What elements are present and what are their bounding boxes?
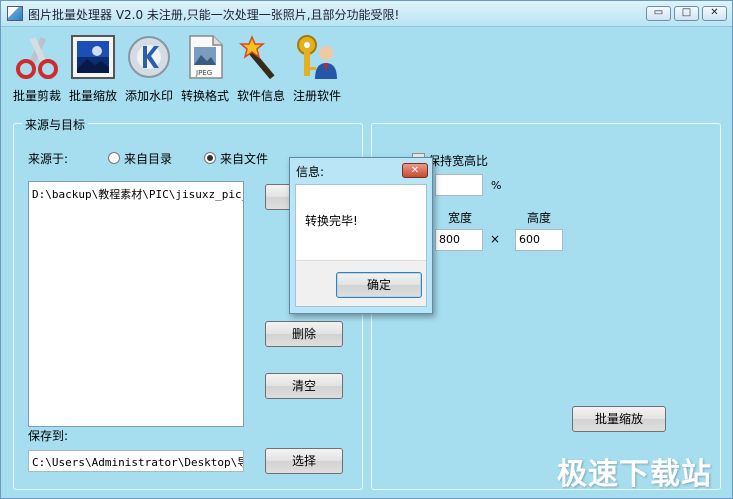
radio-from-directory[interactable] — [108, 152, 120, 164]
tool-label: 批量缩放 — [69, 89, 118, 103]
title-bar: 图片批量处理器 V2.0 未注册,只能一次处理一张照片,且部分功能受限! ▭ □… — [1, 1, 732, 27]
close-button[interactable]: ✕ — [702, 6, 727, 21]
minimize-button[interactable]: ▭ — [646, 6, 671, 21]
batch-scale-button[interactable]: 批量缩放 — [572, 406, 666, 432]
svg-text:JPEG: JPEG — [195, 69, 212, 77]
watermark-k-icon — [125, 33, 173, 81]
tool-batch-crop[interactable]: 批量剪裁 — [13, 33, 61, 104]
dialog-message: 转换完毕! — [305, 214, 358, 228]
times-sign: × — [490, 232, 501, 246]
choose-button[interactable]: 选择 — [265, 448, 343, 474]
group-title: 来源与目标 — [22, 116, 89, 133]
save-path-field[interactable]: C:\Users\Administrator\Desktop\导出 — [28, 450, 244, 472]
image-scale-icon — [69, 33, 117, 81]
tool-software-info[interactable]: 软件信息 — [237, 33, 285, 104]
jpeg-file-icon: JPEG — [181, 33, 229, 81]
clear-button[interactable]: 清空 — [265, 373, 343, 399]
info-dialog: 信息: ✕ 转换完毕! 确定 — [289, 157, 433, 314]
width-input[interactable]: 800 — [435, 229, 483, 251]
tool-label: 注册软件 — [293, 89, 342, 103]
width-label: 宽度 — [448, 211, 473, 225]
tool-register[interactable]: 注册软件 — [293, 33, 341, 104]
main-window: 图片批量处理器 V2.0 未注册,只能一次处理一张照片,且部分功能受限! ▭ □… — [0, 0, 733, 499]
percent-input[interactable] — [435, 174, 483, 196]
keep-ratio-label[interactable]: 保持宽高比 — [428, 152, 488, 169]
file-list[interactable]: D:\backup\教程素材\PIC\jisuxz_pic_4 — [28, 181, 244, 427]
tool-label: 添加水印 — [125, 89, 174, 103]
source-label: 来源于: — [28, 152, 69, 166]
magic-wand-icon — [237, 33, 285, 81]
radio-from-file[interactable] — [204, 152, 216, 164]
delete-button[interactable]: 删除 — [265, 321, 343, 347]
app-icon — [7, 6, 23, 21]
tool-label: 批量剪裁 — [13, 89, 62, 103]
height-label: 高度 — [527, 211, 552, 225]
radio-from-directory-label[interactable]: 来自目录 — [124, 150, 172, 167]
window-title: 图片批量处理器 V2.0 未注册,只能一次处理一张照片,且部分功能受限! — [28, 8, 400, 22]
percent-unit: % — [491, 179, 502, 192]
height-input[interactable]: 600 — [515, 229, 563, 251]
dialog-close-button[interactable]: ✕ — [402, 163, 428, 178]
ok-button[interactable]: 确定 — [336, 272, 422, 298]
tool-add-watermark[interactable]: 添加水印 — [125, 33, 173, 104]
scissors-icon — [13, 33, 61, 81]
dialog-title: 信息: — [296, 165, 325, 179]
tool-label: 软件信息 — [237, 89, 286, 103]
dialog-body: 转换完毕! 确定 — [295, 184, 427, 307]
maximize-button[interactable]: □ — [674, 6, 699, 21]
save-to-label: 保存到: — [28, 429, 69, 443]
list-item[interactable]: D:\backup\教程素材\PIC\jisuxz_pic_4 — [32, 186, 243, 202]
tool-convert-format[interactable]: JPEG 转换格式 — [181, 33, 229, 104]
tool-label: 转换格式 — [181, 89, 230, 103]
tool-batch-scale[interactable]: 批量缩放 — [69, 33, 117, 104]
dialog-footer: 确定 — [296, 260, 426, 306]
radio-from-file-label[interactable]: 来自文件 — [220, 150, 268, 167]
site-watermark: 极速下载站 — [557, 457, 712, 492]
key-user-icon — [293, 33, 341, 81]
